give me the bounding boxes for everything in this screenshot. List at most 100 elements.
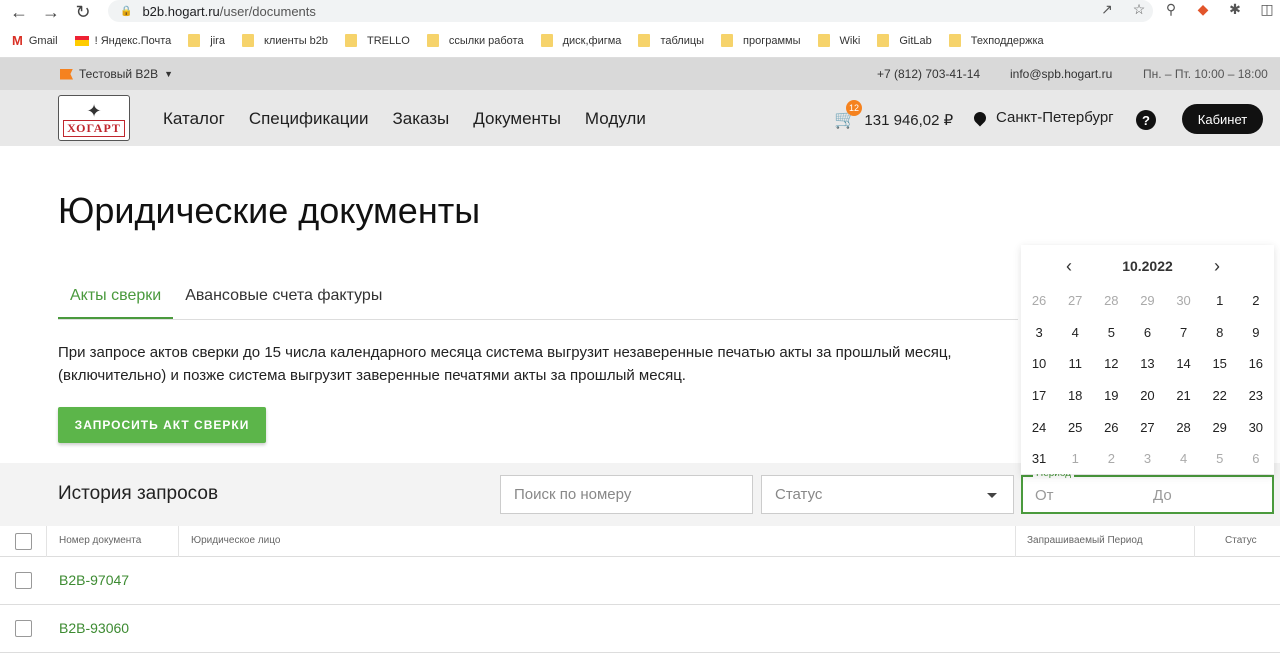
caret-down-icon [987,493,997,498]
calendar-day[interactable]: 3 [1021,321,1057,353]
nav-orders[interactable]: Заказы [392,109,449,129]
bookmark-programs[interactable]: программы [721,34,801,47]
calendar-day[interactable]: 2 [1238,289,1274,321]
bookmark-disk-figma[interactable]: диск,фигма [540,34,621,47]
table-row[interactable]: B2B-97047 [0,557,1280,605]
tab-reconciliation-acts[interactable]: Акты сверки [58,280,174,319]
calendar-day[interactable]: 1 [1202,289,1238,321]
bookmark-star-icon[interactable]: ☆ [1130,1,1148,18]
doc-number-link[interactable]: B2B-97047 [59,572,129,588]
phone-link[interactable]: +7 (812) 703-41-14 [877,67,980,81]
calendar-day[interactable]: 22 [1202,384,1238,416]
city-selector[interactable]: Санкт-Петербург [971,109,1114,126]
period-from-input[interactable]: От [1035,487,1054,504]
bookmark-clients-b2b[interactable]: клиенты b2b [241,34,328,47]
bookmark-yandex-mail[interactable]: ! Яндекс.Почта [74,35,171,47]
calendar-day[interactable]: 27 [1129,416,1165,448]
forward-icon[interactable]: → [40,2,62,22]
calendar-day[interactable]: 30 [1238,416,1274,448]
calendar-day[interactable]: 29 [1202,416,1238,448]
help-icon[interactable]: ? [1136,110,1156,130]
bookmark-trello[interactable]: TRELLO [345,34,410,47]
calendar-day[interactable]: 29 [1129,289,1165,321]
calendar-day[interactable]: 6 [1238,447,1274,479]
nav-documents[interactable]: Документы [473,109,561,129]
request-act-button[interactable]: ЗАПРОСИТЬ АКТ СВЕРКИ [58,407,266,443]
calendar-day[interactable]: 27 [1057,289,1093,321]
calendar-day[interactable]: 2 [1093,447,1129,479]
calendar-day[interactable]: 14 [1166,352,1202,384]
calendar-day[interactable]: 25 [1057,416,1093,448]
calendar-day[interactable]: 28 [1093,289,1129,321]
calendar-day[interactable]: 26 [1093,416,1129,448]
nav-modules[interactable]: Модули [585,109,646,129]
calendar-day[interactable]: 24 [1021,416,1057,448]
calendar-day[interactable]: 4 [1166,447,1202,479]
column-doc-number[interactable]: Номер документа [59,535,141,546]
calendar-day[interactable]: 30 [1166,289,1202,321]
bookmark-wiki[interactable]: Wiki [817,34,860,47]
table-row[interactable]: B2B-93060 [0,605,1280,653]
column-divider [1194,526,1195,557]
period-to-input[interactable]: До [1153,487,1172,504]
calendar-day[interactable]: 12 [1093,352,1129,384]
calendar-day[interactable]: 31 [1021,447,1057,479]
extensions-icon[interactable]: ✱ [1226,1,1244,18]
calendar-day[interactable]: 11 [1057,352,1093,384]
logo[interactable]: ✦ ХОГАРТ [58,95,130,141]
select-all-checkbox[interactable] [15,533,32,550]
calendar-day[interactable]: 9 [1238,321,1274,353]
calendar-day[interactable]: 23 [1238,384,1274,416]
cabinet-button[interactable]: Кабинет [1182,104,1263,134]
cart-button[interactable]: 🛒 12 131 946,02 ₽ [834,100,953,130]
calendar-day[interactable]: 10 [1021,352,1057,384]
nav-specifications[interactable]: Спецификации [249,109,369,129]
row-checkbox[interactable] [15,620,32,637]
calendar-day[interactable]: 4 [1057,321,1093,353]
bookmark-work-links[interactable]: ссылки работа [426,34,524,47]
row-checkbox[interactable] [15,572,32,589]
calendar-day[interactable]: 5 [1202,447,1238,479]
calendar-day[interactable]: 3 [1129,447,1165,479]
column-legal-entity[interactable]: Юридическое лицо [191,535,280,546]
search-input[interactable]: Поиск по номеру [500,475,753,514]
calendar-day[interactable]: 21 [1166,384,1202,416]
column-status[interactable]: Статус [1225,535,1257,546]
calendar-day[interactable]: 15 [1202,352,1238,384]
side-panel-icon[interactable]: ◫ [1258,1,1276,18]
extension-fox-icon[interactable]: ◆ [1194,1,1212,18]
calendar-day[interactable]: 16 [1238,352,1274,384]
email-link[interactable]: info@spb.hogart.ru [1010,67,1112,81]
share-icon[interactable]: ↗ [1098,1,1116,18]
back-icon[interactable]: ← [8,2,30,22]
address-bar[interactable]: 🔒 b2b.hogart.ru/user/documents [108,0,1153,22]
calendar-day[interactable]: 7 [1166,321,1202,353]
company-selector[interactable]: Тестовый B2B ▼ [60,67,173,81]
bookmark-tables[interactable]: таблицы [638,34,704,47]
chevron-right-icon[interactable]: › [1214,256,1220,277]
bookmark-gmail[interactable]: M Gmail [12,33,58,48]
calendar-day[interactable]: 8 [1202,321,1238,353]
calendar-day[interactable]: 1 [1057,447,1093,479]
rhino-logo-icon: ✦ [86,101,102,121]
nav-catalog[interactable]: Каталог [163,109,225,129]
tab-advance-invoices[interactable]: Авансовые счета фактуры [173,280,394,319]
extension-search-icon[interactable]: ⚲ [1162,1,1180,18]
calendar-day[interactable]: 26 [1021,289,1057,321]
calendar-day[interactable]: 13 [1129,352,1165,384]
calendar-day[interactable]: 6 [1129,321,1165,353]
calendar-day[interactable]: 20 [1129,384,1165,416]
doc-number-link[interactable]: B2B-93060 [59,620,129,636]
calendar-day[interactable]: 28 [1166,416,1202,448]
calendar-day[interactable]: 17 [1021,384,1057,416]
calendar-day[interactable]: 5 [1093,321,1129,353]
bookmark-support[interactable]: Техподдержка [948,34,1044,47]
calendar-day[interactable]: 18 [1057,384,1093,416]
column-period[interactable]: Запрашиваемый Период [1027,535,1143,546]
calendar-day[interactable]: 19 [1093,384,1129,416]
bookmark-jira[interactable]: jira [188,34,225,47]
bookmark-gitlab[interactable]: GitLab [877,34,932,47]
reload-icon[interactable]: ↻ [72,2,94,22]
status-select[interactable]: Статус [761,475,1014,514]
period-field[interactable]: Период От До [1021,468,1274,514]
